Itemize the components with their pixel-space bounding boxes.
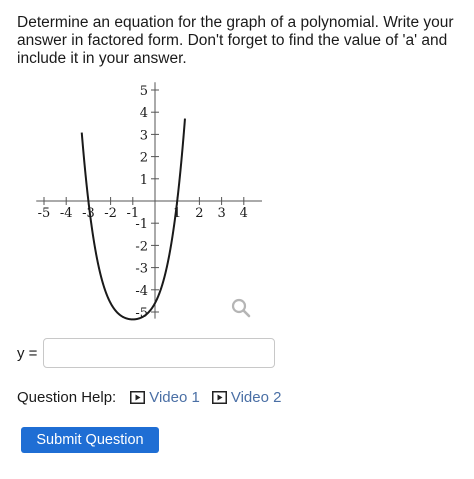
graph-svg: -5-4-3-2-11234554321-1-2-3-4-5 [36,82,262,321]
x-tick-label: -5 [38,206,51,221]
y-tick-label: 4 [140,106,148,121]
question-help-label: Question Help: [17,388,117,406]
answer-label: y = [17,344,38,362]
y-tick-label: 5 [140,84,148,99]
video-2-link[interactable]: Video 2 [211,388,282,406]
video-2-label: Video 2 [230,388,282,406]
y-tick-label: -4 [135,284,148,299]
play-icon [130,390,146,404]
x-tick-label: 2 [195,206,203,221]
x-tick-label: -4 [60,206,73,221]
video-1-label: Video 1 [149,388,200,406]
x-tick-label: 3 [217,206,225,221]
submit-question-button[interactable]: Submit Question [21,427,159,453]
x-tick-label: 4 [240,206,248,221]
y-tick-label: -2 [135,239,148,254]
question-help: Question Help: Video 1 Video 2 [17,386,293,408]
video-1-link[interactable]: Video 1 [130,389,200,406]
y-tick-label: 1 [140,173,148,188]
y-tick-label: 2 [140,151,148,166]
y-tick-label: -1 [135,217,148,232]
polynomial-graph: -5-4-3-2-11234554321-1-2-3-4-5 [12,80,262,325]
play-icon [211,390,227,404]
x-tick-label: -2 [104,206,117,221]
answer-input[interactable] [43,338,276,368]
answer-row: y = [17,336,276,370]
y-tick-label: 3 [140,128,148,143]
magnifier-icon[interactable] [230,297,252,319]
y-tick-label: -3 [135,262,148,277]
question-text: Determine an equation for the graph of a… [17,14,454,67]
